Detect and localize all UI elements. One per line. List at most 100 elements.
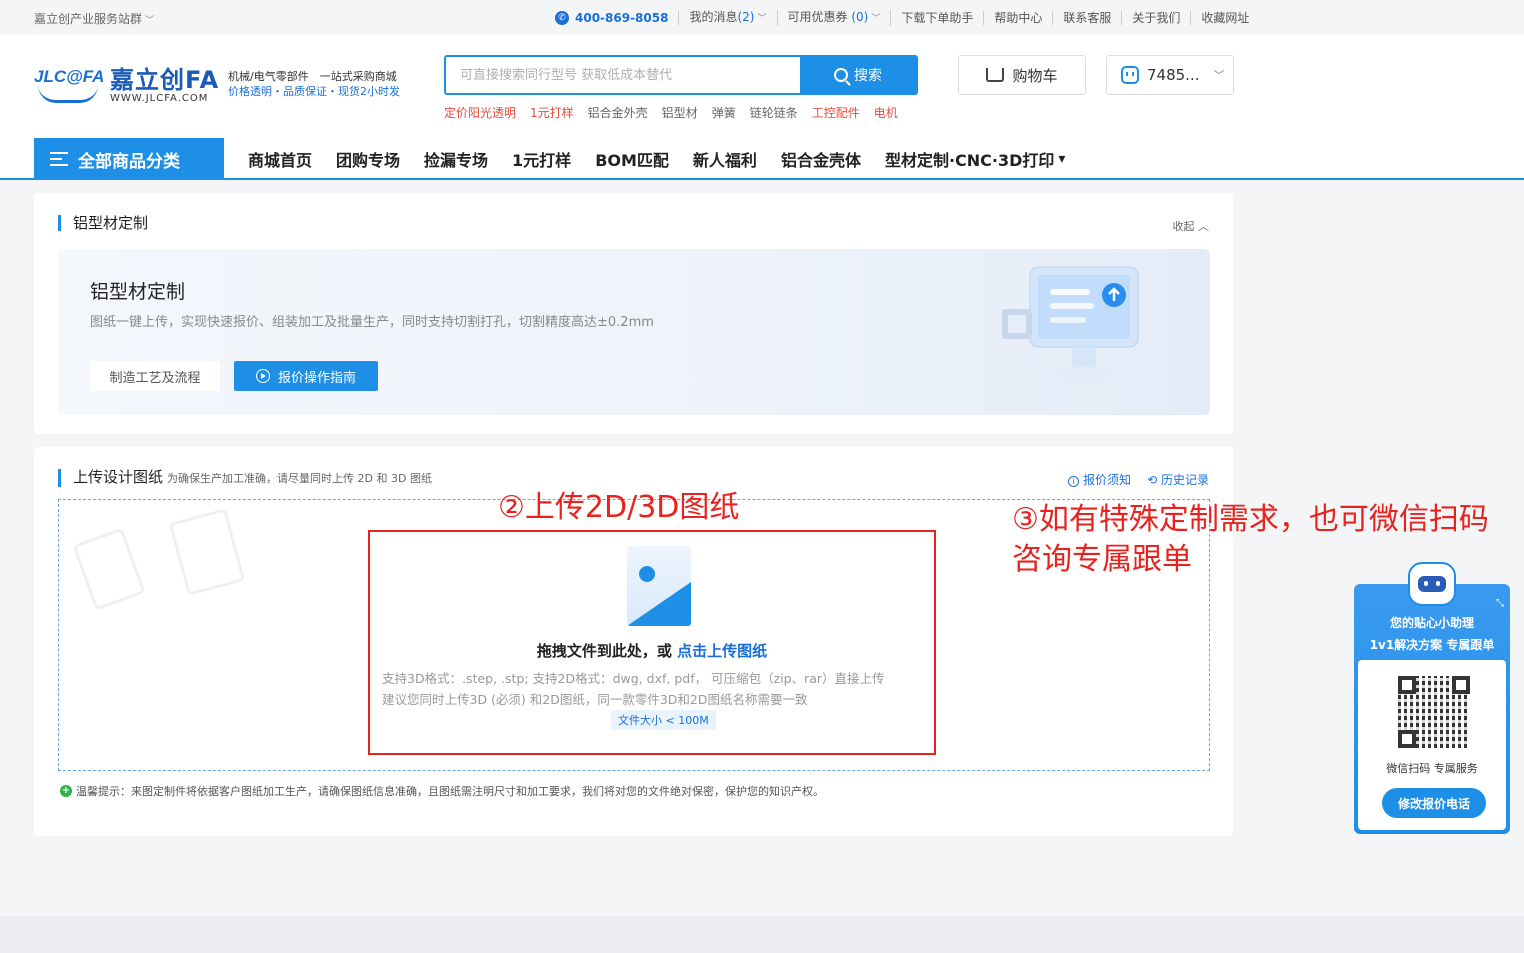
slogan-line1: 机械/电气零部件 一站式采购商城 xyxy=(228,70,397,83)
privacy-tip: + 温馨提示：来图定制件将依据客户图纸加工生产，请确保图纸信息准确，且图纸需注明… xyxy=(60,783,824,799)
menu-icon xyxy=(50,152,68,166)
upload-link[interactable]: 点击上传图纸 xyxy=(677,642,767,660)
upload-title: 上传设计图纸 xyxy=(73,468,164,486)
quote-notice-link[interactable]: i 报价须知 xyxy=(1068,471,1131,488)
collapse-toggle[interactable]: 收起 ︿ xyxy=(1173,218,1210,234)
help-link[interactable]: 帮助中心 xyxy=(984,11,1054,25)
nav-link[interactable]: 捡漏专场 xyxy=(424,147,488,171)
cart-icon xyxy=(986,68,1005,82)
drag-prompt: 拖拽文件到此处，或 点击上传图纸 xyxy=(370,640,934,661)
hot-keyword[interactable]: 铝合金外壳 xyxy=(588,104,648,121)
service-link[interactable]: 联系客服 xyxy=(1053,11,1123,25)
nav-link[interactable]: 1元打样 xyxy=(512,147,571,171)
history-link[interactable]: ⟲ 历史记录 xyxy=(1147,471,1209,488)
download-link[interactable]: 下载下单助手 xyxy=(891,11,985,25)
nav-link[interactable]: 铝合金壳体 xyxy=(781,147,861,171)
phone-icon: ✆ xyxy=(555,11,569,25)
all-categories-button[interactable]: 全部商品分类 xyxy=(34,138,224,180)
assistant-widget: ⤡ 您的贴心小助理 1v1解决方案 专属跟单 微信扫码 专属服务 修改报价电话 xyxy=(1354,584,1510,834)
monitor-upload-illustration xyxy=(1002,266,1139,383)
coupons-link[interactable]: 可用优惠券 (0) ﹀ xyxy=(778,10,892,26)
image-upload-icon xyxy=(627,546,691,626)
robot-assistant-icon[interactable] xyxy=(1408,562,1456,606)
supported-formats: 支持3D格式：.step, .stp; 支持2D格式：dwg, dxf, pdf… xyxy=(382,671,885,686)
hot-keyword[interactable]: 工控配件 xyxy=(812,104,860,121)
user-menu[interactable]: 7485... ﹀ xyxy=(1106,55,1234,95)
site-group-label: 嘉立创产业服务站群 xyxy=(34,12,143,26)
qr-corner xyxy=(1398,730,1416,748)
hot-keyword[interactable]: 链轮链条 xyxy=(750,104,798,121)
logo-url: WWW.JLCFA.COM xyxy=(110,93,209,104)
upload-suggestion: 建议您同时上传3D (必须) 和2D图纸，同一款零件3D和2D图纸名称需要一致 xyxy=(382,692,808,707)
cart-label: 购物车 xyxy=(1012,66,1058,85)
nav-links: 商城首页 团购专场 捡漏专场 1元打样 BOM匹配 新人福利 铝合金壳体 型材定制·CNC·3… xyxy=(248,138,1065,180)
header: JLC@FA 嘉立创FA WWW.JLCFA.COM 机械/电气零部件 一站式采… xyxy=(0,35,1524,180)
collapse-label: 收起 xyxy=(1172,220,1195,233)
chevron-down-icon: ﹀ xyxy=(757,14,767,24)
hot-keyword[interactable]: 弹簧 xyxy=(712,104,736,121)
about-link[interactable]: 关于我们 xyxy=(1122,11,1192,25)
search-input[interactable] xyxy=(446,57,802,93)
logo-cn: 嘉立创FA xyxy=(110,66,220,94)
bookmark-link[interactable]: 收藏网址 xyxy=(1191,11,1259,25)
logo-swoosh xyxy=(38,85,98,103)
quote-notice-label: 报价须知 xyxy=(1083,473,1132,487)
nav-link[interactable]: BOM匹配 xyxy=(595,147,669,171)
hot-keyword[interactable]: 铝型材 xyxy=(662,104,698,121)
play-icon xyxy=(255,369,270,383)
top-links: ✆ 400-869-8058 我的消息(2) ﹀ 可用优惠券 (0) ﹀ 下载下单助手… xyxy=(555,10,1259,26)
format-hints: 支持3D格式：.step, .stp; 支持2D格式：dwg, dxf, pdf… xyxy=(382,668,885,710)
main-nav: 全部商品分类 商城首页 团购专场 捡漏专场 1元打样 BOM匹配 新人福利 铝合金壳体 型材定… xyxy=(0,138,1524,180)
process-button[interactable]: 制造工艺及流程 xyxy=(90,361,220,391)
edit-phone-button[interactable]: 修改报价电话 xyxy=(1382,788,1486,818)
chevron-down-icon: ﹀ xyxy=(1213,69,1225,82)
wechat-qr-code xyxy=(1398,676,1470,748)
drag-text: 拖拽文件到此处，或 xyxy=(536,642,672,660)
footer xyxy=(0,916,1524,953)
messages-link[interactable]: 我的消息(2) ﹀ xyxy=(679,10,778,26)
search-box: 搜索 xyxy=(444,55,918,95)
hot-keyword[interactable]: 定价阳光透明 xyxy=(444,104,516,121)
logo-name: 嘉立创FA WWW.JLCFA.COM xyxy=(110,60,219,104)
info-icon: i xyxy=(1068,476,1080,487)
nav-link[interactable]: 商城首页 xyxy=(248,147,312,171)
cart-button[interactable]: 购物车 xyxy=(958,55,1086,95)
assistant-title-line1: 您的贴心小助理 xyxy=(1389,616,1474,630)
file-types-watermark xyxy=(73,509,244,610)
messages-count: (2) xyxy=(737,10,755,24)
quote-guide-button[interactable]: 报价操作指南 xyxy=(234,361,378,391)
banner-description: 图纸一键上传，实现快速报价、组装加工及批量生产，同时支持切割打孔，切割精度高达±… xyxy=(90,315,654,330)
intro-banner: 铝型材定制 图纸一键上传，实现快速报价、组装加工及批量生产，同时支持切割打孔，切… xyxy=(58,249,1210,415)
banner-title: 铝型材定制 xyxy=(90,281,186,303)
quote-guide-label: 报价操作指南 xyxy=(277,370,356,386)
assistant-title-line2: 1v1解决方案 专属跟单 xyxy=(1369,638,1495,652)
caret-down-icon[interactable]: ▾ xyxy=(1058,151,1065,167)
search-button[interactable]: 搜索 xyxy=(800,57,916,93)
user-icon xyxy=(1121,66,1139,84)
nav-link[interactable]: 型材定制·CNC·3D打印 xyxy=(885,147,1054,171)
logo[interactable]: JLC@FA 嘉立创FA WWW.JLCFA.COM xyxy=(34,57,219,107)
profile-custom-panel: 铝型材定制 收起 ︿ 铝型材定制 图纸一键上传，实现快速报价、组装加工及批量生产… xyxy=(34,193,1233,434)
image-sun xyxy=(639,566,655,582)
panel-links: i 报价须知 ⟲ 历史记录 xyxy=(1068,471,1209,488)
hot-keyword[interactable]: 电机 xyxy=(874,104,898,121)
collapse-icon[interactable]: ⤡ xyxy=(1496,598,1504,609)
site-group-menu[interactable]: 嘉立创产业服务站群 ﹀ xyxy=(34,10,154,27)
hot-keywords: 定价阳光透明 1元打样 铝合金外壳 铝型材 弹簧 链轮链条 工控配件 电机 xyxy=(444,104,898,121)
upload-subtitle: 为确保生产加工准确，请尽量同时上传 2D 和 3D 图纸 xyxy=(167,472,432,485)
assistant-card: 微信扫码 专属服务 修改报价电话 xyxy=(1358,660,1506,830)
phone-number: 400-869-8058 xyxy=(575,11,669,25)
slogan: 机械/电气零部件 一站式采购商城 价格透明・品质保证・现货2小时发 xyxy=(228,69,400,99)
hot-keyword[interactable]: 1元打样 xyxy=(530,104,574,121)
nav-link[interactable]: 团购专场 xyxy=(336,147,400,171)
nav-link[interactable]: 新人福利 xyxy=(693,147,757,171)
section-title: 上传设计图纸 为确保生产加工准确，请尽量同时上传 2D 和 3D 图纸 xyxy=(58,469,432,487)
messages-label: 我的消息 xyxy=(689,10,738,24)
upload-area-highlight: 拖拽文件到此处，或 点击上传图纸 支持3D格式：.step, .stp; 支持2… xyxy=(368,530,936,755)
chevron-down-icon: ﹀ xyxy=(871,14,881,24)
annotation-step2: ②上传2D/3D图纸 xyxy=(498,490,740,525)
privacy-tip-text: 温馨提示：来图定制件将依据客户图纸加工生产，请确保图纸信息准确，且图纸需注明尺寸… xyxy=(76,785,824,798)
hotline: ✆ 400-869-8058 xyxy=(555,11,680,25)
chevron-up-icon: ︿ xyxy=(1198,220,1209,233)
assistant-title: 您的贴心小助理 1v1解决方案 专属跟单 xyxy=(1354,612,1510,656)
